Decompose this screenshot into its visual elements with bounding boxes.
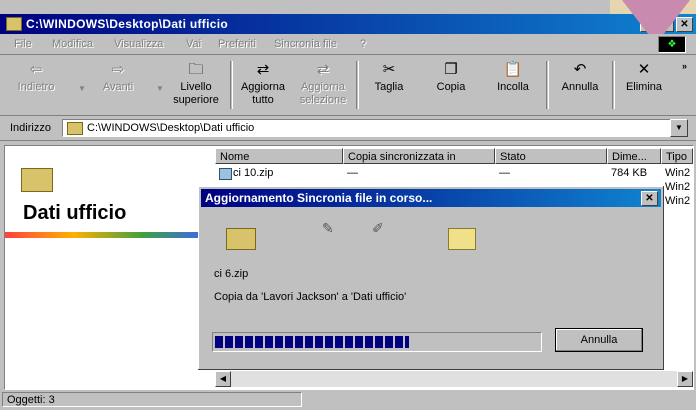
menu-preferiti[interactable]: Preferiti xyxy=(218,38,256,50)
flying-paper-icon: ✐ xyxy=(372,220,384,236)
copy-button[interactable]: ❐ Copia xyxy=(426,59,476,94)
menu-bar: File Modifica Visualizza Vai Preferiti S… xyxy=(0,34,696,55)
menu-help[interactable]: ? xyxy=(360,38,366,50)
file-type: Win2 xyxy=(665,195,691,207)
menu-vai[interactable]: Vai xyxy=(186,38,201,50)
arrow-right-icon: ⇨ xyxy=(111,61,125,78)
update-all-button[interactable]: ⇄ Aggiorna tutto xyxy=(234,59,292,107)
dialog-close-button[interactable]: ✕ xyxy=(641,191,658,206)
toolbar-more-icon[interactable]: » xyxy=(682,61,687,71)
file-type: Win2 xyxy=(665,167,691,179)
menu-modifica[interactable]: Modifica xyxy=(52,38,93,50)
column-stato[interactable]: Stato xyxy=(495,148,607,164)
status-bar: Oggetti: 3 xyxy=(0,390,696,410)
column-copia-sincronizzata[interactable]: Copia sincronizzata in xyxy=(343,148,495,164)
menu-sincronia-file[interactable]: Sincronia file xyxy=(274,38,337,50)
folder-icon xyxy=(67,122,83,135)
column-tipo[interactable]: Tipo xyxy=(661,148,693,164)
horizontal-scrollbar[interactable]: ◀ ▶ xyxy=(215,371,693,387)
progress-fill xyxy=(215,336,409,348)
scissors-icon: ✂ xyxy=(382,61,396,78)
menu-visualizza[interactable]: Visualizza xyxy=(114,38,163,50)
file-type: Win2 xyxy=(665,181,691,193)
sync-icon: ⇄ xyxy=(256,61,270,78)
window-title: C:\WINDOWS\Desktop\Dati ufficio xyxy=(26,17,228,31)
arrow-left-icon: ⇦ xyxy=(29,61,43,78)
address-field[interactable]: C:\WINDOWS\Desktop\Dati ufficio xyxy=(62,119,672,137)
folder-title-rule xyxy=(5,232,211,238)
paste-button[interactable]: 📋 Incolla xyxy=(488,59,538,94)
dialog-title-bar: Aggiornamento Sincronia file in corso...… xyxy=(201,189,661,207)
file-name: ci 10.zip xyxy=(233,167,274,179)
back-dropdown-icon[interactable]: ▼ xyxy=(78,84,86,93)
file-size: 784 KB xyxy=(611,167,648,179)
undo-icon: ↶ xyxy=(573,61,587,78)
update-selection-button[interactable]: ⇄ Aggiorna selezione xyxy=(294,59,352,107)
dialog-title: Aggiornamento Sincronia file in corso... xyxy=(205,191,433,205)
column-dimensione[interactable]: Dime... xyxy=(607,148,661,164)
sync-location: — xyxy=(347,167,358,179)
scroll-right-icon[interactable]: ▶ xyxy=(677,371,693,387)
forward-dropdown-icon[interactable]: ▼ xyxy=(156,84,164,93)
copy-message: Copia da 'Lavori Jackson' a 'Dati uffici… xyxy=(214,291,407,303)
progress-bar xyxy=(212,332,542,352)
address-value: C:\WINDOWS\Desktop\Dati ufficio xyxy=(87,122,255,134)
window-title-bar: C:\WINDOWS\Desktop\Dati ufficio _ □ ✕ xyxy=(0,14,696,34)
sync-selection-icon: ⇄ xyxy=(316,61,330,78)
address-label: Indirizzo xyxy=(10,122,51,134)
zip-file-icon xyxy=(219,168,232,180)
web-view-pane: Dati ufficio xyxy=(5,146,211,389)
folder-icon xyxy=(6,17,22,31)
sync-status: — xyxy=(499,167,510,179)
briefcase-folder-icon xyxy=(21,168,53,192)
toolbar: ⇦ Indietro ▼ ⇨ Avanti ▼ 🗀 Livello superi… xyxy=(0,55,696,116)
briefcase-folder-icon xyxy=(226,228,256,250)
up-level-button[interactable]: 🗀 Livello superiore xyxy=(166,59,226,107)
status-objects: Oggetti: 3 xyxy=(2,392,302,407)
table-row[interactable]: ci 10.zip — — 784 KB Win2 xyxy=(215,166,693,180)
cut-button[interactable]: ✂ Taglia xyxy=(364,59,414,94)
undo-button[interactable]: ↶ Annulla xyxy=(554,59,606,94)
folder-icon xyxy=(448,228,476,250)
toolbar-separator xyxy=(612,61,615,109)
delete-x-icon: ✕ xyxy=(637,61,651,78)
flying-paper-icon: ✎ xyxy=(322,220,334,236)
sync-progress-dialog: Aggiornamento Sincronia file in corso...… xyxy=(198,186,664,370)
folder-title: Dati ufficio xyxy=(23,202,127,224)
toolbar-separator xyxy=(230,61,233,109)
list-header: Nome Copia sincronizzata in Stato Dime..… xyxy=(215,148,693,164)
address-dropdown-button[interactable]: ▼ xyxy=(670,119,688,137)
scroll-left-icon[interactable]: ◀ xyxy=(215,371,231,387)
menu-file[interactable]: File xyxy=(14,38,32,50)
current-file: ci 6.zip xyxy=(214,268,249,280)
paste-icon: 📋 xyxy=(503,61,523,78)
toolbar-separator xyxy=(356,61,359,109)
copy-icon: ❐ xyxy=(444,61,458,78)
delete-button[interactable]: ✕ Elimina xyxy=(616,59,672,94)
cancel-button[interactable]: Annulla xyxy=(555,328,643,352)
address-bar: Indirizzo C:\WINDOWS\Desktop\Dati uffici… xyxy=(0,116,696,141)
column-nome[interactable]: Nome xyxy=(215,148,343,164)
forward-button[interactable]: ⇨ Avanti xyxy=(90,59,146,94)
windows-logo-icon: ❖ xyxy=(658,36,686,53)
back-button[interactable]: ⇦ Indietro xyxy=(8,59,64,94)
toolbar-separator xyxy=(546,61,549,109)
folder-up-icon: 🗀 xyxy=(188,61,204,78)
